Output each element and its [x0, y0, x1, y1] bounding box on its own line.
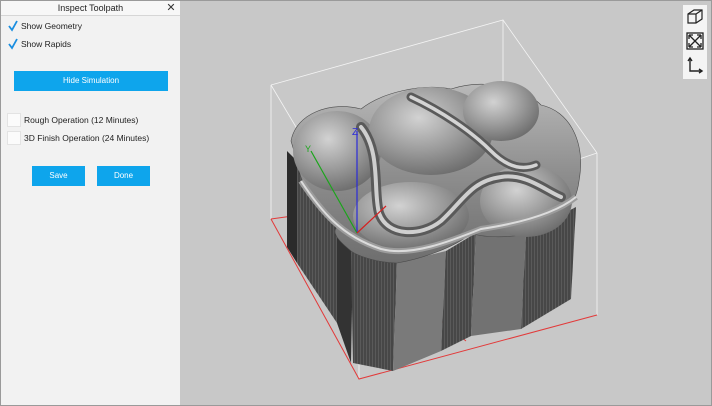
- app-window: Inspect Toolpath ✕ Show Geometry Show Ra…: [0, 0, 712, 406]
- simulation-scene: Z Y: [270, 19, 598, 380]
- hide-simulation-button[interactable]: Hide Simulation: [14, 71, 168, 91]
- view-toolbar: [683, 5, 707, 79]
- fit-view-icon[interactable]: [685, 31, 705, 51]
- checkmark-icon: [8, 20, 18, 32]
- panel-title: Inspect Toolpath: [1, 1, 180, 16]
- axis-view-icon[interactable]: [685, 55, 705, 75]
- axis-label-z: Z: [352, 127, 358, 138]
- show-geometry-label: Show Geometry: [21, 21, 82, 31]
- operation-checkbox[interactable]: [7, 112, 21, 127]
- axis-label-y: Y: [305, 144, 311, 154]
- operation-checkbox[interactable]: [7, 130, 21, 145]
- checkmark-icon: [8, 38, 18, 50]
- show-rapids-label: Show Rapids: [21, 39, 72, 49]
- cube-view-icon[interactable]: [685, 7, 705, 27]
- operation-row-3d-finish[interactable]: 3D Finish Operation (24 Minutes): [7, 130, 150, 145]
- operation-row-rough[interactable]: Rough Operation (12 Minutes): [7, 112, 139, 127]
- operation-label: 3D Finish Operation (24 Minutes): [24, 132, 150, 143]
- operation-label: Rough Operation (12 Minutes): [24, 114, 139, 125]
- show-geometry-checkbox[interactable]: Show Geometry: [8, 19, 82, 33]
- show-rapids-checkbox[interactable]: Show Rapids: [8, 37, 71, 51]
- done-button[interactable]: Done: [97, 166, 150, 186]
- inspect-toolpath-panel: Inspect Toolpath ✕ Show Geometry Show Ra…: [1, 1, 181, 405]
- close-icon[interactable]: ✕: [165, 1, 177, 15]
- simulation-viewport[interactable]: Z Y: [181, 1, 711, 405]
- save-button[interactable]: Save: [32, 166, 85, 186]
